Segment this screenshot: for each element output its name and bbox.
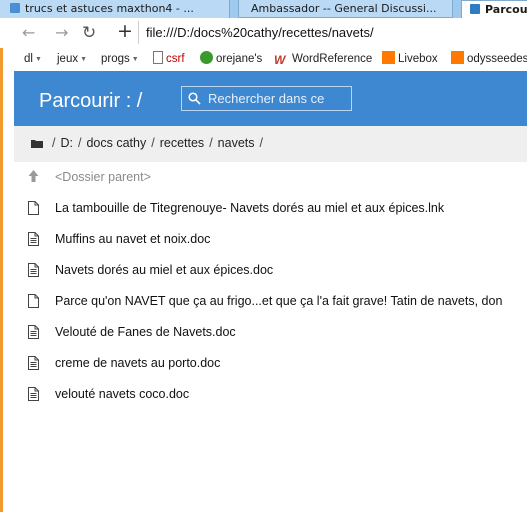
up-arrow-icon	[28, 170, 39, 182]
breadcrumb-item[interactable]: navets	[218, 136, 255, 150]
bookmark-csrf[interactable]: csrf	[153, 51, 185, 67]
file-row[interactable]: velouté navets coco.doc	[14, 379, 527, 410]
bookmark-label: csrf	[166, 53, 185, 65]
file-name: Parce qu'on NAVET que ça au frigo...et q…	[55, 294, 503, 308]
bookmark-wordreference[interactable]: W WordReference	[274, 51, 372, 67]
bookmark-label: odysseedes	[467, 53, 527, 65]
bookmark-label: progs	[101, 53, 130, 65]
file-name: La tambouille de Titegrenouye- Navets do…	[55, 201, 445, 215]
tab-label: Parcourir	[485, 3, 527, 16]
breadcrumb-item[interactable]: docs cathy	[86, 136, 146, 150]
chevron-down-icon: ▼	[34, 56, 42, 63]
folder-icon[interactable]	[31, 139, 43, 148]
tab-favicon	[10, 3, 20, 13]
bookmark-orejanes[interactable]: orejane's	[200, 51, 262, 67]
file-row[interactable]: Parce qu'on NAVET que ça au frigo...et q…	[14, 286, 527, 317]
chevron-down-icon: ▼	[131, 56, 139, 63]
document-icon	[28, 232, 39, 246]
orange-logo-icon	[451, 51, 464, 64]
separator: /	[209, 136, 213, 150]
address-toolbar: ← → ↻ + file:///D:/docs%20cathy/recettes…	[0, 18, 527, 48]
document-icon	[28, 356, 39, 370]
bookmark-label: jeux	[57, 53, 79, 65]
tab-strip: trucs et astuces maxthon4 - ... Ambassad…	[0, 0, 527, 18]
file-row[interactable]: Navets dorés au miel et aux épices.doc	[14, 255, 527, 286]
bookmark-label: WordReference	[292, 53, 373, 65]
file-row[interactable]: La tambouille de Titegrenouye- Navets do…	[14, 193, 527, 224]
bookmark-folder-jeux[interactable]: jeux ▼	[57, 51, 87, 67]
search-input[interactable]	[204, 87, 353, 110]
breadcrumb: / D: / docs cathy / recettes / navets /	[14, 126, 527, 162]
breadcrumb-item[interactable]: recettes	[160, 136, 204, 150]
file-name: velouté navets coco.doc	[55, 387, 190, 401]
bookmark-folder-dl[interactable]: dl ▼	[24, 51, 42, 67]
url-field[interactable]: file:///D:/docs%20cathy/recettes/navets/	[138, 21, 527, 44]
tab-parcourir[interactable]: Parcourir	[461, 0, 527, 18]
tab-trucs-astuces[interactable]: trucs et astuces maxthon4 - ...	[0, 0, 230, 18]
file-row[interactable]: creme de navets au porto.doc	[14, 348, 527, 379]
forward-arrow-icon[interactable]: →	[55, 24, 68, 42]
file-name: Velouté de Fanes de Navets.doc	[55, 325, 236, 339]
bookmarks-bar: dl ▼ jeux ▼ progs ▼ csrf orejane's W WordRef…	[0, 48, 527, 70]
file-icon	[28, 294, 39, 308]
plus-icon[interactable]: +	[117, 22, 133, 41]
file-row[interactable]: Velouté de Fanes de Navets.doc	[14, 317, 527, 348]
separator: /	[259, 136, 263, 150]
bookmark-odysseedes[interactable]: odysseedes	[451, 51, 527, 67]
document-icon	[28, 387, 39, 401]
reload-icon[interactable]: ↻	[82, 24, 96, 42]
chevron-down-icon: ▼	[80, 56, 88, 63]
separator: /	[52, 136, 56, 150]
bookmark-folder-progs[interactable]: progs ▼	[101, 51, 139, 67]
tab-label: trucs et astuces maxthon4 - ...	[25, 2, 194, 15]
bookmark-label: orejane's	[216, 53, 263, 65]
page-title: Parcourir : /	[39, 90, 143, 112]
file-name: creme de navets au porto.doc	[55, 356, 221, 370]
search-icon	[188, 92, 201, 105]
file-name: Muffins au navet et noix.doc	[55, 232, 211, 246]
back-arrow-icon[interactable]: ←	[22, 24, 35, 42]
bookmark-livebox[interactable]: Livebox	[382, 51, 438, 67]
separator: /	[151, 136, 155, 150]
parent-folder-label: <Dossier parent>	[55, 170, 151, 184]
document-icon	[28, 263, 39, 277]
orange-logo-icon	[382, 51, 395, 64]
file-row[interactable]: Muffins au navet et noix.doc	[14, 224, 527, 255]
bookmark-label: Livebox	[398, 53, 438, 65]
document-icon	[28, 325, 39, 339]
breadcrumb-item[interactable]: D:	[60, 136, 73, 150]
file-list: <Dossier parent> La tambouille de Titegr…	[14, 162, 527, 512]
parent-folder-row[interactable]: <Dossier parent>	[14, 162, 527, 193]
window-edge	[0, 48, 3, 512]
tab-label: Ambassador -- General Discussi...	[251, 2, 437, 15]
tab-favicon	[470, 4, 480, 14]
separator: /	[77, 136, 82, 150]
frog-icon	[200, 51, 213, 64]
page-icon	[153, 51, 163, 64]
page-header: Parcourir : /	[14, 71, 527, 126]
tab-ambassador[interactable]: Ambassador -- General Discussi...	[238, 0, 453, 18]
file-icon	[28, 201, 39, 215]
search-box[interactable]	[181, 86, 353, 111]
bookmark-label: dl	[24, 53, 33, 65]
wordreference-icon: W	[274, 53, 286, 67]
file-name: Navets dorés au miel et aux épices.doc	[55, 263, 274, 277]
